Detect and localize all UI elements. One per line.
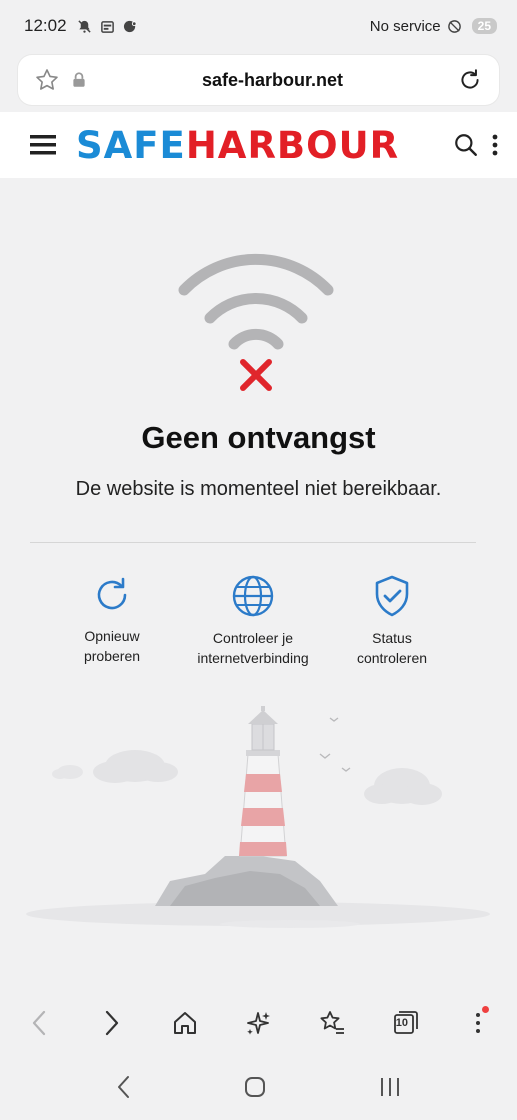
back-button[interactable] — [22, 1006, 56, 1040]
chevron-right-icon — [106, 1010, 119, 1036]
error-title: Geen ontvangst — [141, 420, 376, 455]
retry-label: Opnieuw proberen — [42, 626, 182, 666]
url-text[interactable]: safe-harbour.net — [88, 70, 457, 91]
clock: 12:02 — [24, 16, 67, 35]
retry-button[interactable]: Opnieuw proberen — [32, 574, 192, 666]
hamburger-menu-icon[interactable] — [30, 134, 56, 156]
lighthouse-illustration — [26, 706, 490, 928]
globe-icon — [232, 575, 274, 617]
bookmarks-button[interactable] — [315, 1006, 349, 1040]
check-connection-label: Controleer je internetverbinding — [173, 628, 333, 668]
error-message: De website is momenteel niet bereikbaar. — [75, 478, 442, 500]
check-status-label: Status controleren — [322, 628, 462, 668]
mute-icon — [77, 19, 91, 33]
birds — [319, 717, 351, 772]
star-icon[interactable] — [34, 67, 60, 93]
sparkle-icon — [247, 1012, 271, 1035]
shield-check-icon — [375, 575, 409, 617]
browser-toolbar: 10 — [0, 995, 517, 1051]
forward-button[interactable] — [95, 1006, 129, 1040]
chevron-left-icon — [32, 1010, 46, 1036]
site-logo[interactable]: SAFEHARBOUR — [76, 124, 399, 167]
notification-dot — [481, 1006, 489, 1013]
more-vertical-icon — [475, 1013, 480, 1033]
divider — [30, 542, 476, 543]
star-list-icon — [320, 1011, 344, 1034]
check-connection-label-line2: internetverbinding — [197, 650, 309, 666]
logo-harbour: HARBOUR — [185, 123, 400, 167]
cloud-right — [364, 768, 442, 805]
check-status-label-line1: Status — [372, 630, 412, 646]
no-signal-icon — [447, 19, 461, 33]
home-icon — [174, 1012, 197, 1034]
site-header: SAFEHARBOUR — [0, 112, 517, 178]
calendar-icon — [100, 20, 114, 33]
lock-icon — [73, 72, 85, 87]
check-status-button[interactable]: Status controleren — [312, 574, 472, 668]
system-nav-bar — [0, 1062, 517, 1112]
tabs-button[interactable]: 10 — [388, 1006, 422, 1040]
app-notification-icon — [123, 20, 137, 32]
system-home-icon[interactable] — [243, 1075, 267, 1099]
system-back-icon[interactable] — [116, 1075, 132, 1099]
cloud-left — [93, 750, 178, 783]
retry-label-line1: Opnieuw — [84, 628, 140, 644]
browser-menu-button[interactable] — [461, 1006, 495, 1040]
home-button[interactable] — [168, 1006, 202, 1040]
battery-level: 25 — [471, 18, 497, 34]
retry-label-line2: proberen — [83, 648, 141, 664]
logo-safe: SAFE — [76, 123, 186, 167]
tabs-count: 10 — [395, 1017, 409, 1029]
reload-icon[interactable] — [457, 67, 483, 93]
check-connection-button[interactable]: Controleer je internetverbinding — [173, 574, 333, 668]
status-bar: 12:02 No service 25 — [0, 0, 517, 52]
carrier-status: No service — [369, 17, 441, 35]
search-icon[interactable] — [453, 132, 479, 158]
cloud-small — [52, 765, 83, 779]
more-vertical-icon[interactable] — [491, 133, 499, 157]
check-connection-label-line1: Controleer je — [212, 630, 294, 646]
refresh-icon — [97, 577, 127, 610]
check-status-label-line2: controleren — [356, 650, 428, 666]
ai-assist-button[interactable] — [241, 1006, 275, 1040]
address-bar[interactable]: safe-harbour.net — [18, 55, 499, 105]
system-recents-icon[interactable] — [379, 1076, 401, 1098]
wifi-off-icon — [178, 253, 334, 391]
